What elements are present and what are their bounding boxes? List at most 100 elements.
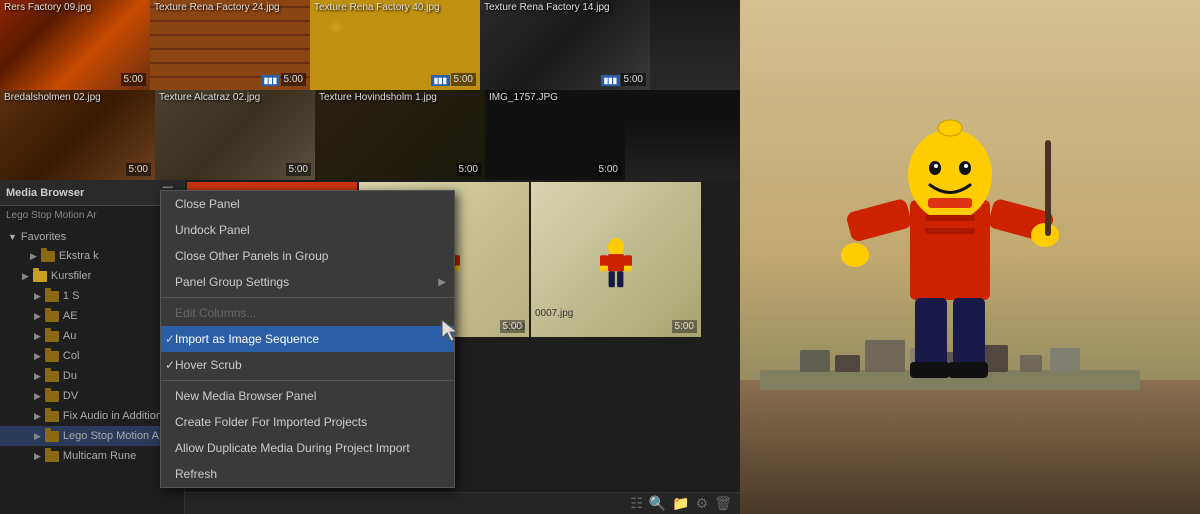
item-arrow: ▶ (34, 331, 41, 342)
thumb-item[interactable]: Texture Alcatraz 02.jpg 5:00 (155, 90, 315, 180)
settings-icon[interactable]: ⚙ (696, 495, 709, 512)
sidebar-item[interactable]: ▶ AE (0, 306, 184, 326)
grid-icon[interactable]: ☷ (630, 495, 643, 512)
thumb-label: Rers Factory 09.jpg (4, 2, 91, 13)
expand-arrow: ▼ (8, 232, 17, 242)
favorites-header[interactable]: ▼ Favorites (0, 228, 184, 246)
thumb-duration: 5:00 (596, 163, 621, 176)
folder-icon (45, 431, 59, 442)
item-label: DV (63, 390, 78, 402)
folder-icon (45, 411, 59, 422)
item-label: AE (63, 310, 78, 322)
sidebar-item[interactable]: ▶ Lego Stop Motion Animation (0, 426, 184, 446)
menu-item-label: Close Panel (175, 197, 240, 211)
item-arrow: ▶ (34, 431, 41, 442)
menu-item-label: Panel Group Settings (175, 275, 289, 289)
menu-item-panel-group-settings[interactable]: Panel Group Settings ▶ (161, 269, 454, 295)
folder-icon (45, 351, 59, 362)
menu-item-create-folder[interactable]: Create Folder For Imported Projects (161, 409, 454, 435)
item-arrow: ▶ (34, 391, 41, 402)
thumb-item[interactable] (625, 90, 740, 180)
thumb-item[interactable]: Texture Rena Factory 40.jpg 5:00 ▮▮▮ (310, 0, 480, 90)
menu-item-label: Create Folder For Imported Projects (175, 415, 367, 429)
thumb-item[interactable]: IMG_1757.JPG 5:00 (485, 90, 625, 180)
left-panel: Rers Factory 09.jpg 5:00 Texture Rena Fa… (0, 0, 740, 514)
item-label: Col (63, 350, 80, 362)
thumb-label: Texture Rena Factory 24.jpg (154, 2, 280, 13)
menu-separator (161, 380, 454, 381)
item-arrow: ▶ (34, 411, 41, 422)
sidebar-favorites: ▼ Favorites ▶ Ekstra k ▶ Kursfiler (0, 224, 184, 470)
content-thumb[interactable]: 0007.jpg 5:00 (531, 182, 701, 337)
menu-item-close-panel[interactable]: Close Panel (161, 191, 454, 217)
sidebar-item[interactable]: ▶ Fix Audio in Addition (0, 406, 184, 426)
right-panel (740, 0, 1200, 514)
content-thumb-label: 0007.jpg (535, 308, 573, 319)
sidebar-item[interactable]: ▶ Au (0, 326, 184, 346)
submenu-arrow: ▶ (438, 277, 446, 288)
sidebar-item[interactable]: ▶ Du (0, 366, 184, 386)
folder-icon (45, 331, 59, 342)
context-menu: Close Panel Undock Panel Close Other Pan… (160, 190, 455, 488)
thumb-item[interactable]: Texture Rena Factory 14.jpg 5:00 ▮▮▮ (480, 0, 650, 90)
thumbnail-row-1: Rers Factory 09.jpg 5:00 Texture Rena Fa… (0, 0, 740, 90)
item-arrow: ▶ (34, 311, 41, 322)
item-arrow: ▶ (34, 291, 41, 302)
delete-icon[interactable]: 🗑 (714, 495, 732, 512)
item-label: 1 S (63, 290, 80, 302)
menu-item-edit-columns: Edit Columns... (161, 300, 454, 326)
item-arrow: ▶ (22, 271, 29, 282)
menu-item-label: Hover Scrub (175, 358, 242, 372)
menu-item-close-other-panels[interactable]: Close Other Panels in Group (161, 243, 454, 269)
menu-item-label: Close Other Panels in Group (175, 249, 328, 263)
thumbnails-area: Rers Factory 09.jpg 5:00 Texture Rena Fa… (0, 0, 740, 180)
check-icon: ✓ (165, 332, 175, 346)
menu-item-refresh[interactable]: Refresh (161, 461, 454, 487)
folder-icon (45, 371, 59, 382)
search-icon[interactable]: 🔍 (649, 495, 666, 512)
item-arrow: ▶ (34, 371, 41, 382)
menu-item-import-image-sequence[interactable]: ✓ Import as Image Sequence (161, 326, 454, 352)
panel-subtitle: Lego Stop Motion Ar (0, 206, 184, 224)
thumb-badge: ▮▮▮ (601, 75, 620, 86)
thumb-item[interactable]: Bredalsholmen 02.jpg 5:00 (0, 90, 155, 180)
thumb-item[interactable]: Texture Hovindsholm 1.jpg 5:00 (315, 90, 485, 180)
sidebar-item[interactable]: ▶ Kursfiler (0, 266, 184, 286)
thumb-duration: 5:00 (456, 163, 481, 176)
sidebar-item[interactable]: ▶ Col (0, 346, 184, 366)
thumb-label: Texture Hovindsholm 1.jpg (319, 92, 437, 103)
sidebar-item[interactable]: ▶ DV (0, 386, 184, 406)
thumb-item[interactable]: Texture Rena Factory 24.jpg 5:00 ▮▮▮ (150, 0, 310, 90)
menu-item-undock-panel[interactable]: Undock Panel (161, 217, 454, 243)
item-label: Au (63, 330, 76, 342)
menu-item-new-media-browser[interactable]: New Media Browser Panel (161, 383, 454, 409)
item-label: Fix Audio in Addition (63, 410, 162, 422)
folder-icon[interactable]: 📁 (672, 495, 689, 512)
item-label: Du (63, 370, 77, 382)
thumb-badge: ▮▮▮ (261, 75, 280, 86)
thumb-label: IMG_1757.JPG (489, 92, 558, 103)
folder-icon (41, 251, 55, 262)
menu-separator (161, 297, 454, 298)
folder-icon (45, 451, 59, 462)
sidebar-item[interactable]: ▶ Multicam Rune (0, 446, 184, 466)
folder-icon (45, 391, 59, 402)
thumb-item[interactable]: Rers Factory 09.jpg 5:00 (0, 0, 150, 90)
thumb-label: Texture Alcatraz 02.jpg (159, 92, 260, 103)
thumb-duration: 5:00 (281, 73, 306, 86)
menu-item-label: Allow Duplicate Media During Project Imp… (175, 441, 410, 455)
folder-icon (33, 271, 47, 282)
item-arrow: ▶ (34, 351, 41, 362)
check-icon: ✓ (165, 358, 175, 372)
thumb-label: Bredalsholmen 02.jpg (4, 92, 101, 103)
sidebar-item[interactable]: ▶ Ekstra k (0, 246, 184, 266)
sidebar-item[interactable]: ▶ 1 S (0, 286, 184, 306)
menu-item-allow-duplicate[interactable]: Allow Duplicate Media During Project Imp… (161, 435, 454, 461)
panel-header[interactable]: Media Browser ☰ (0, 180, 184, 206)
menu-item-hover-scrub[interactable]: ✓ Hover Scrub (161, 352, 454, 378)
thumb-item[interactable] (650, 0, 740, 90)
thumbnail-row-2: Bredalsholmen 02.jpg 5:00 Texture Alcatr… (0, 90, 740, 180)
menu-item-label: Edit Columns... (175, 306, 256, 320)
menu-item-label: New Media Browser Panel (175, 389, 316, 403)
menu-item-label: Refresh (175, 467, 217, 481)
